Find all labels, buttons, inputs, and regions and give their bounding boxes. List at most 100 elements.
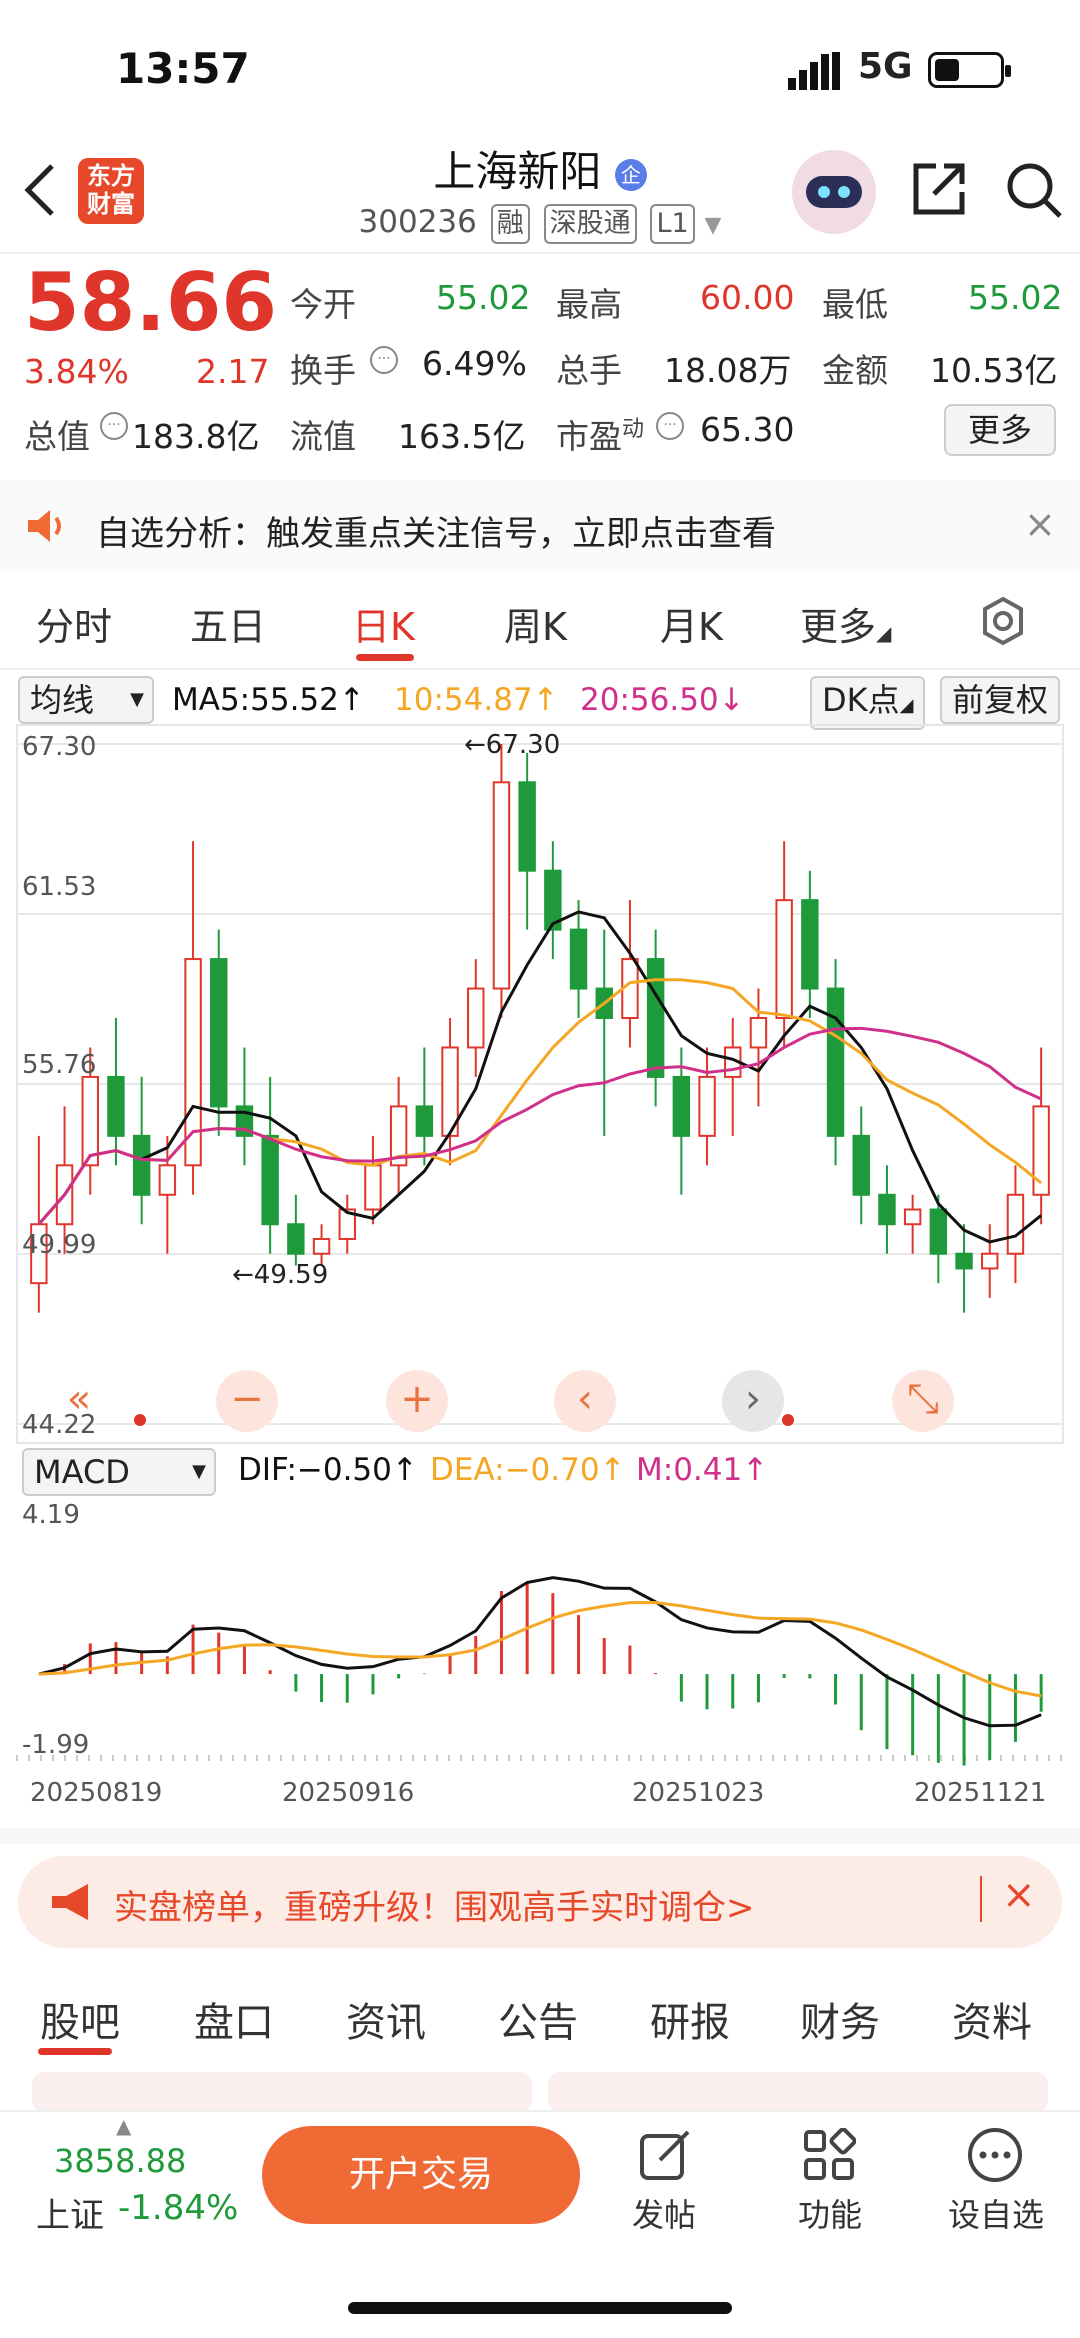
notice-bar[interactable]: 自选分析：触发重点关注信号，立即点击查看 ×	[0, 480, 1080, 572]
change-amount: 2.17	[196, 352, 270, 391]
candle-down	[646, 958, 665, 1078]
tag-connect: 深股通	[543, 204, 637, 244]
candle-up	[775, 899, 793, 1020]
index-change: -1.84%	[118, 2188, 239, 2228]
chevron-down-icon[interactable]: ▼	[705, 213, 722, 238]
stock-code: 300236	[358, 204, 477, 240]
banner-text: 实盘榜单，重磅升级！围观高手实时调仓>	[114, 1888, 755, 1928]
change-percent: 3.84%	[24, 352, 129, 391]
tab-profile[interactable]: 资料	[952, 1990, 1032, 2048]
add-favorite-label[interactable]: 设自选	[936, 2190, 1056, 2236]
candle-up	[364, 1164, 382, 1211]
marker-dot	[782, 1414, 794, 1426]
current-price: 58.66	[24, 256, 278, 349]
tab-news[interactable]: 资讯	[346, 1990, 426, 2048]
candle-down	[672, 1075, 691, 1137]
info-icon[interactable]: ···	[656, 412, 684, 440]
function-label[interactable]: 功能	[770, 2190, 890, 2236]
tab-forum[interactable]: 股吧	[40, 1990, 120, 2048]
candle-up	[158, 1164, 177, 1196]
home-indicator	[348, 2302, 732, 2314]
post-label[interactable]: 发帖	[604, 2190, 724, 2236]
open-account-button[interactable]: 开户交易	[262, 2126, 580, 2224]
tab-monthly-k[interactable]: 月K	[660, 596, 723, 651]
macd-indicator-select[interactable]: MACD ▼	[22, 1448, 216, 1496]
close-icon[interactable]: ×	[1002, 1872, 1036, 1918]
adjust-button[interactable]: 前复权	[940, 676, 1061, 724]
tab-research[interactable]: 研报	[650, 1990, 730, 2048]
info-icon[interactable]: ···	[370, 346, 398, 374]
ma5-legend: MA5:55.52↑	[172, 682, 365, 718]
x-tick-label: 20251121	[914, 1778, 1047, 1808]
macd-tick-max: 4.19	[22, 1500, 80, 1530]
ma20-legend: 20:56.50↓	[580, 682, 745, 718]
price-tick: 55.76	[22, 1050, 97, 1080]
close-icon[interactable]: ×	[1024, 502, 1056, 546]
total-cap-value: 183.8亿	[132, 417, 260, 456]
ma-indicator-select[interactable]: 均线 ▼	[18, 676, 154, 724]
ma10-legend: 10:54.87↑	[394, 682, 559, 718]
volume-value: 18.08万	[664, 351, 792, 390]
candle-up	[492, 781, 511, 990]
more-dots-icon[interactable]	[966, 2126, 1024, 2184]
status-time: 13:57	[116, 44, 250, 93]
verified-icon: 企	[614, 158, 647, 191]
candle-down	[929, 1208, 948, 1255]
tag-level: L1	[650, 204, 695, 244]
kline-chart[interactable]	[16, 724, 1064, 1444]
volume-label: 总手	[556, 351, 622, 390]
high-annotation: ←67.30	[464, 730, 561, 760]
info-icon[interactable]: ···	[100, 412, 128, 440]
assistant-avatar[interactable]	[792, 150, 876, 234]
rewind-icon[interactable]: «	[48, 1370, 110, 1432]
grid-icon[interactable]	[802, 2128, 856, 2182]
macd-chart[interactable]	[16, 1494, 1064, 1766]
battery-icon	[928, 52, 1011, 88]
chevron-right-icon[interactable]: ›	[722, 1370, 784, 1432]
candle-down	[826, 987, 845, 1137]
candle-up	[312, 1237, 331, 1255]
turnover-value: 6.49%	[422, 344, 527, 383]
tab-orderbook[interactable]: 盘口	[194, 1990, 274, 2048]
expand-icon[interactable]: ⤡	[892, 1370, 954, 1432]
candle-down	[261, 1134, 279, 1226]
search-icon[interactable]	[1004, 160, 1064, 220]
zoom-in-icon[interactable]: +	[386, 1370, 448, 1432]
notice-text: 自选分析：触发重点关注信号，立即点击查看	[96, 514, 776, 554]
share-icon[interactable]	[910, 160, 968, 218]
gear-icon[interactable]	[978, 596, 1028, 646]
open-label: 今开	[290, 285, 356, 324]
index-name: 上证	[36, 2196, 104, 2236]
chevron-left-icon[interactable]: ‹	[554, 1370, 616, 1432]
float-cap-value: 163.5亿	[398, 417, 526, 456]
total-cap-label: 总值	[24, 417, 90, 456]
candle-down	[852, 1134, 870, 1196]
index-value: 3858.88	[54, 2142, 187, 2180]
low-annotation: ←49.59	[232, 1260, 329, 1290]
more-button[interactable]: 更多	[944, 404, 1056, 456]
low-value: 55.02	[968, 278, 1063, 317]
candle-down	[107, 1075, 125, 1137]
tab-announcements[interactable]: 公告	[498, 1990, 578, 2048]
edit-icon[interactable]	[638, 2128, 692, 2182]
promo-banner[interactable]: 实盘榜单，重磅升级！围观高手实时调仓> ×	[18, 1856, 1062, 1948]
tab-weekly-k[interactable]: 周K	[504, 596, 567, 651]
tab-five-day[interactable]: 五日	[190, 596, 266, 651]
tab-daily-k[interactable]: 日K	[352, 596, 415, 651]
tab-finance[interactable]: 财务	[800, 1990, 880, 2048]
megaphone-icon	[52, 1884, 88, 1920]
tab-indicator	[356, 654, 414, 661]
candle-down	[518, 781, 536, 872]
price-tick: 61.53	[22, 872, 97, 902]
x-tick-label: 20250819	[30, 1778, 163, 1808]
tab-more[interactable]: 更多◢	[800, 596, 891, 651]
network-type: 5G	[858, 46, 913, 87]
candle-down	[415, 1105, 434, 1137]
zoom-out-icon[interactable]: −	[216, 1370, 278, 1432]
dk-point-button[interactable]: DK点◢	[810, 676, 926, 730]
tab-intraday[interactable]: 分时	[36, 596, 112, 651]
dif-line	[38, 1576, 1042, 1728]
price-tick: 67.30	[22, 732, 97, 762]
candle-down	[955, 1252, 973, 1270]
candle-down	[569, 928, 588, 990]
